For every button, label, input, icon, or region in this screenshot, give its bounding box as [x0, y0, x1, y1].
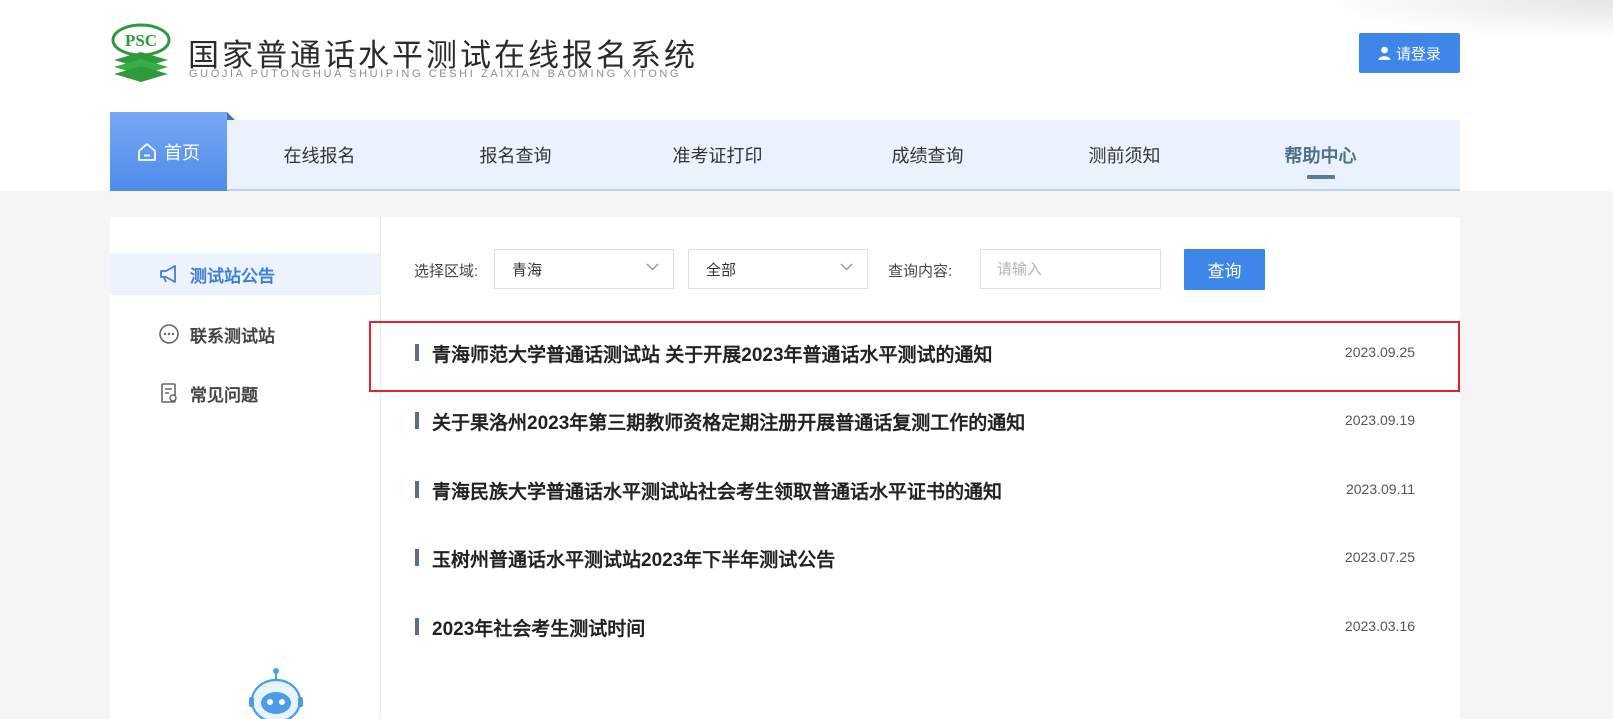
nav-online-registration[interactable]: 在线报名	[257, 120, 382, 189]
corner-shadow	[1313, 0, 1613, 40]
document-question-icon	[158, 382, 180, 404]
notice-bullet	[415, 618, 419, 635]
scope-select[interactable]: 全部	[688, 249, 868, 289]
sidebar-item-faq[interactable]: 常见问题	[110, 372, 380, 414]
login-label: 请登录	[1395, 45, 1441, 63]
nav-score-query[interactable]: 成绩查询	[865, 120, 990, 189]
megaphone-icon	[158, 263, 180, 285]
notice-title: 青海师范大学普通话测试站 关于开展2023年普通话水平测试的通知	[432, 345, 993, 366]
site-subtitle: GUOJIA PUTONGHUA SHUIPING CESHI ZAIXIAN …	[189, 68, 682, 80]
nav-home-label: 首页	[164, 142, 200, 163]
user-icon	[1378, 46, 1391, 60]
notice-date: 2023.07.25	[1344, 549, 1415, 565]
active-underline	[1306, 175, 1335, 179]
notice-bullet	[415, 549, 419, 566]
nav-admission-ticket-print[interactable]: 准考证打印	[650, 120, 785, 189]
content-card: 测试站公告 联系测试站 常见问题 选择区域: 青海 全部 查询内容: 请输入 查…	[110, 217, 1460, 719]
sidebar-item-contact-station[interactable]: 联系测试站	[110, 313, 380, 355]
chevron-down-icon	[646, 263, 659, 271]
notice-row[interactable]: 关于果洛州2023年第三期教师资格定期注册开展普通话复测工作的通知 2023.0…	[415, 402, 1415, 442]
notice-title: 2023年社会考生测试时间	[432, 619, 646, 640]
logo-text: PSC	[125, 31, 157, 50]
notice-bullet	[415, 344, 419, 361]
chevron-down-icon	[840, 263, 853, 271]
query-button[interactable]: 查询	[1184, 249, 1265, 290]
sidebar-label: 测试站公告	[190, 266, 275, 286]
notice-bullet	[415, 412, 419, 429]
query-label: 查询内容:	[888, 263, 953, 280]
robot-assistant-icon[interactable]	[246, 667, 306, 719]
nav-pre-test-notes[interactable]: 测前须知	[1062, 120, 1187, 189]
notice-row[interactable]: 青海民族大学普通话水平测试站社会考生领取普通话水平证书的通知 2023.09.1…	[415, 471, 1415, 511]
sidebar: 测试站公告 联系测试站 常见问题	[110, 217, 381, 719]
notice-title: 关于果洛州2023年第三期教师资格定期注册开展普通话复测工作的通知	[432, 413, 1026, 434]
region-select-value: 青海	[512, 261, 543, 279]
nav-help-center[interactable]: 帮助中心	[1258, 120, 1383, 189]
nav-home[interactable]: 首页	[110, 112, 235, 191]
notice-title: 玉树州普通话水平测试站2023年下半年测试公告	[432, 550, 836, 571]
login-button[interactable]: 请登录	[1359, 33, 1460, 73]
region-label: 选择区域:	[414, 263, 479, 280]
notice-row[interactable]: 青海师范大学普通话测试站 关于开展2023年普通话水平测试的通知 2023.09…	[415, 334, 1415, 374]
notice-row[interactable]: 玉树州普通话水平测试站2023年下半年测试公告 2023.07.25	[415, 539, 1415, 579]
sidebar-item-station-announcements[interactable]: 测试站公告	[110, 253, 380, 295]
scope-select-value: 全部	[706, 261, 737, 279]
notice-row[interactable]: 2023年社会考生测试时间 2023.03.16	[415, 608, 1415, 648]
notice-bullet	[415, 481, 419, 498]
notice-date: 2023.09.25	[1344, 344, 1415, 360]
psc-logo: PSC	[110, 22, 172, 84]
notice-date: 2023.09.19	[1344, 412, 1415, 428]
nav-registration-query[interactable]: 报名查询	[453, 120, 578, 189]
notice-date: 2023.09.11	[1345, 481, 1415, 497]
sidebar-label: 常见问题	[190, 385, 258, 405]
nav-help-center-label: 帮助中心	[1284, 145, 1357, 166]
main-nav: 首页 在线报名 报名查询 准考证打印 成绩查询 测前须知 帮助中心	[110, 112, 1460, 191]
notice-date: 2023.03.16	[1344, 618, 1415, 634]
sidebar-label: 联系测试站	[190, 326, 275, 346]
chat-bubble-icon	[158, 323, 180, 345]
region-select[interactable]: 青海	[494, 249, 674, 289]
search-input[interactable]	[980, 249, 1161, 289]
home-icon	[137, 142, 157, 162]
notice-title: 青海民族大学普通话水平测试站社会考生领取普通话水平证书的通知	[432, 482, 1003, 503]
